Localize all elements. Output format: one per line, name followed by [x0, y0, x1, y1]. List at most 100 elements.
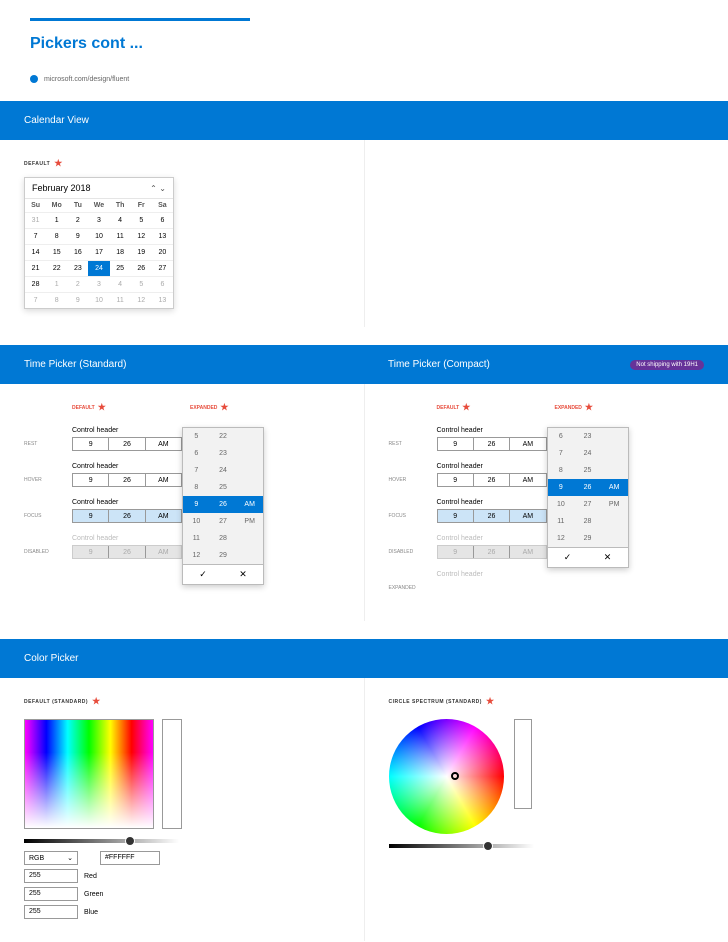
- color-mode-select[interactable]: RGB⌄: [24, 851, 78, 865]
- time-popup-row[interactable]: 724: [183, 462, 263, 479]
- chevron-down-icon: ⌄: [67, 854, 73, 862]
- star-icon: ★: [220, 402, 228, 413]
- calendar-day[interactable]: 1: [46, 276, 67, 292]
- state-label: DISABLED: [389, 535, 437, 555]
- calendar-day[interactable]: 9: [67, 228, 88, 244]
- calendar-widget[interactable]: February 2018 ⌃ ⌄ SuMoTuWeThFrSa31123456…: [24, 177, 174, 309]
- calendar-day[interactable]: 10: [88, 292, 109, 308]
- calendar-day[interactable]: 1: [46, 212, 67, 228]
- slider-thumb[interactable]: [125, 836, 135, 846]
- calendar-day[interactable]: 14: [25, 244, 46, 260]
- calendar-day[interactable]: 27: [152, 260, 173, 276]
- time-picker-field: 926AM: [437, 545, 547, 559]
- calendar-day[interactable]: 7: [25, 292, 46, 308]
- color-wheel-indicator[interactable]: [451, 772, 459, 780]
- calendar-day[interactable]: 10: [88, 228, 109, 244]
- section-color-picker: Color Picker: [0, 639, 728, 678]
- time-popup-row[interactable]: 724: [548, 445, 628, 462]
- star-icon: ★: [585, 402, 593, 413]
- time-picker-header: Control header: [437, 463, 547, 470]
- time-picker-field[interactable]: 926AM: [72, 437, 182, 451]
- calendar-day[interactable]: 16: [67, 244, 88, 260]
- time-picker-header: Control header: [72, 535, 182, 542]
- time-picker-field[interactable]: 926AM: [437, 509, 547, 523]
- time-popup-row[interactable]: 1027PM: [183, 513, 263, 530]
- value-slider[interactable]: [389, 844, 534, 848]
- calendar-day[interactable]: 28: [25, 276, 46, 292]
- section-calendar-view: Calendar View: [0, 101, 728, 140]
- cancel-button[interactable]: ✕: [223, 565, 263, 584]
- calendar-day[interactable]: 2: [67, 212, 88, 228]
- chevron-down-icon[interactable]: ⌄: [159, 184, 166, 193]
- chevron-up-icon[interactable]: ⌃: [150, 184, 157, 193]
- time-popup-row[interactable]: 1128: [183, 530, 263, 547]
- calendar-day[interactable]: 5: [131, 276, 152, 292]
- calendar-day[interactable]: 11: [110, 292, 131, 308]
- calendar-day[interactable]: 24: [88, 260, 109, 276]
- star-icon: ★: [486, 696, 495, 707]
- color-spectrum[interactable]: [24, 719, 154, 829]
- calendar-day[interactable]: 25: [110, 260, 131, 276]
- time-popup-row[interactable]: 825: [548, 462, 628, 479]
- value-slider[interactable]: [24, 839, 179, 843]
- time-popup-row[interactable]: 1128: [548, 513, 628, 530]
- calendar-day[interactable]: 23: [67, 260, 88, 276]
- calendar-day[interactable]: 3: [88, 276, 109, 292]
- calendar-day[interactable]: 4: [110, 276, 131, 292]
- calendar-day[interactable]: 11: [110, 228, 131, 244]
- channel-input[interactable]: 255: [24, 869, 78, 883]
- calendar-day[interactable]: 4: [110, 212, 131, 228]
- calendar-day[interactable]: 2: [67, 276, 88, 292]
- time-popup-row[interactable]: 623: [548, 428, 628, 445]
- time-popup-row[interactable]: 1229: [183, 547, 263, 564]
- channel-input[interactable]: 255: [24, 887, 78, 901]
- calendar-day[interactable]: 19: [131, 244, 152, 260]
- time-popup-row[interactable]: 926AM: [548, 479, 628, 496]
- time-picker-field[interactable]: 926AM: [72, 509, 182, 523]
- time-picker-field[interactable]: 926AM: [437, 437, 547, 451]
- calendar-day[interactable]: 22: [46, 260, 67, 276]
- section-time-compact: Time Picker (Compact) Not shipping with …: [364, 345, 728, 384]
- time-popup-row[interactable]: 825: [183, 479, 263, 496]
- calendar-day[interactable]: 26: [131, 260, 152, 276]
- calendar-dow: Fr: [131, 199, 152, 212]
- calendar-day[interactable]: 6: [152, 212, 173, 228]
- slider-thumb[interactable]: [483, 841, 493, 851]
- calendar-day[interactable]: 9: [67, 292, 88, 308]
- calendar-day[interactable]: 5: [131, 212, 152, 228]
- time-popup-row[interactable]: 623: [183, 445, 263, 462]
- calendar-day[interactable]: 13: [152, 228, 173, 244]
- calendar-day[interactable]: 8: [46, 228, 67, 244]
- calendar-day[interactable]: 31: [25, 212, 46, 228]
- calendar-day[interactable]: 21: [25, 260, 46, 276]
- calendar-day[interactable]: 3: [88, 212, 109, 228]
- color-wheel[interactable]: [389, 719, 504, 834]
- time-picker-popup[interactable]: 522623724825926AM1027PM11281229✓✕: [182, 427, 264, 585]
- calendar-day[interactable]: 18: [110, 244, 131, 260]
- time-picker-popup[interactable]: 623724825926AM1027PM11281229✓✕: [547, 427, 629, 568]
- time-popup-row[interactable]: 522: [183, 428, 263, 445]
- state-label: HOVER: [389, 463, 437, 483]
- time-popup-row[interactable]: 1229: [548, 530, 628, 547]
- accept-button[interactable]: ✓: [548, 548, 588, 567]
- hex-input[interactable]: #FFFFFF: [100, 851, 160, 865]
- source-link[interactable]: microsoft.com/design/fluent: [30, 75, 728, 83]
- calendar-day[interactable]: 12: [131, 292, 152, 308]
- calendar-day[interactable]: 7: [25, 228, 46, 244]
- cancel-button[interactable]: ✕: [588, 548, 628, 567]
- calendar-day[interactable]: 6: [152, 276, 173, 292]
- time-popup-row[interactable]: 1027PM: [548, 496, 628, 513]
- accept-button[interactable]: ✓: [183, 565, 223, 584]
- calendar-day[interactable]: 17: [88, 244, 109, 260]
- calendar-month[interactable]: February 2018: [32, 183, 91, 193]
- calendar-day[interactable]: 20: [152, 244, 173, 260]
- time-picker-field[interactable]: 926AM: [437, 473, 547, 487]
- calendar-day[interactable]: 13: [152, 292, 173, 308]
- time-picker-field[interactable]: 926AM: [72, 473, 182, 487]
- calendar-day[interactable]: 15: [46, 244, 67, 260]
- star-icon: ★: [462, 402, 470, 413]
- calendar-day[interactable]: 12: [131, 228, 152, 244]
- time-popup-row[interactable]: 926AM: [183, 496, 263, 513]
- channel-input[interactable]: 255: [24, 905, 78, 919]
- calendar-day[interactable]: 8: [46, 292, 67, 308]
